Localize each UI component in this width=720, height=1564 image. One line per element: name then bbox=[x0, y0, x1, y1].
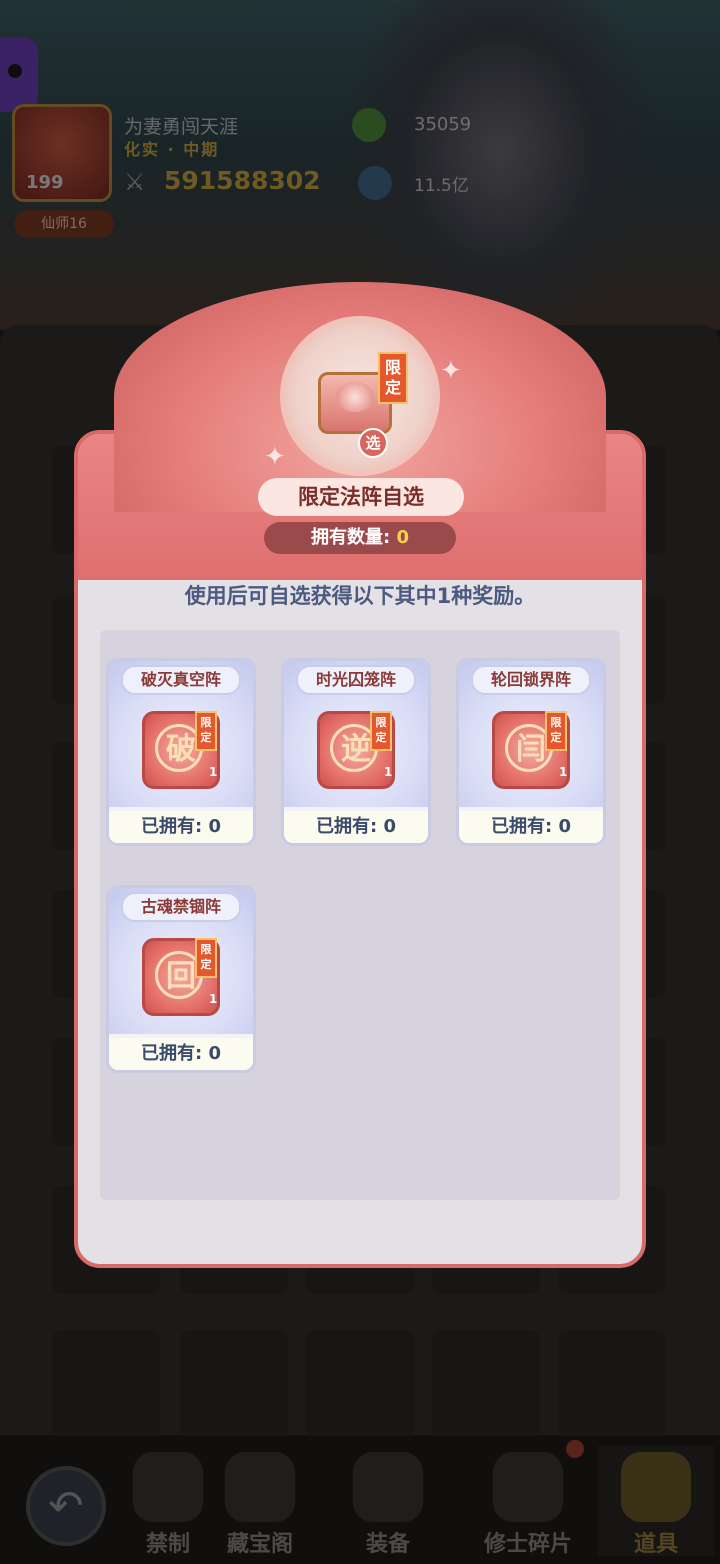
reward-owned: 已拥有: 0 bbox=[459, 811, 603, 843]
limited-tag: 限定 bbox=[195, 711, 217, 751]
dialog-title: 限定法阵自选 bbox=[258, 478, 464, 516]
reward-owned: 已拥有: 0 bbox=[284, 811, 428, 843]
reward-name: 古魂禁锢阵 bbox=[121, 892, 241, 922]
reward-owned: 已拥有: 0 bbox=[109, 811, 253, 843]
select-badge: 选 bbox=[358, 428, 388, 458]
owned-count: 拥有数量: 0 bbox=[264, 522, 456, 554]
reward-quantity: 1 bbox=[209, 765, 218, 779]
owned-count-label: 拥有数量: bbox=[310, 527, 391, 548]
reward-card[interactable]: 时光囚笼阵逆限定 1 已拥有: 0 bbox=[281, 658, 431, 846]
reward-card[interactable]: 古魂禁锢阵回限定 1 已拥有: 0 bbox=[106, 885, 256, 1073]
reward-card[interactable]: 破灭真空阵破限定 1 已拥有: 0 bbox=[106, 658, 256, 846]
reward-card[interactable]: 轮回锁界阵闫限定 1 已拥有: 0 bbox=[456, 658, 606, 846]
reward-name: 时光囚笼阵 bbox=[296, 665, 416, 695]
reward-quantity: 1 bbox=[209, 992, 218, 1006]
reward-name: 轮回锁界阵 bbox=[471, 665, 591, 695]
reward-quantity: 1 bbox=[559, 765, 568, 779]
dialog-description: 使用后可自选获得以下其中1种奖励。 bbox=[184, 584, 536, 608]
owned-count-value: 0 bbox=[396, 527, 409, 548]
limited-tag: 限定 bbox=[370, 711, 392, 751]
chest-gem bbox=[336, 382, 374, 412]
reward-quantity: 1 bbox=[384, 765, 393, 779]
reward-owned: 已拥有: 0 bbox=[109, 1038, 253, 1070]
reward-name: 破灭真空阵 bbox=[121, 665, 241, 695]
sparkle-icon: ✦ bbox=[264, 442, 286, 472]
sparkle-icon: ✦ bbox=[440, 356, 462, 386]
limited-tag: 限定 bbox=[378, 352, 408, 404]
limited-tag: 限定 bbox=[195, 938, 217, 978]
limited-tag: 限定 bbox=[545, 711, 567, 751]
